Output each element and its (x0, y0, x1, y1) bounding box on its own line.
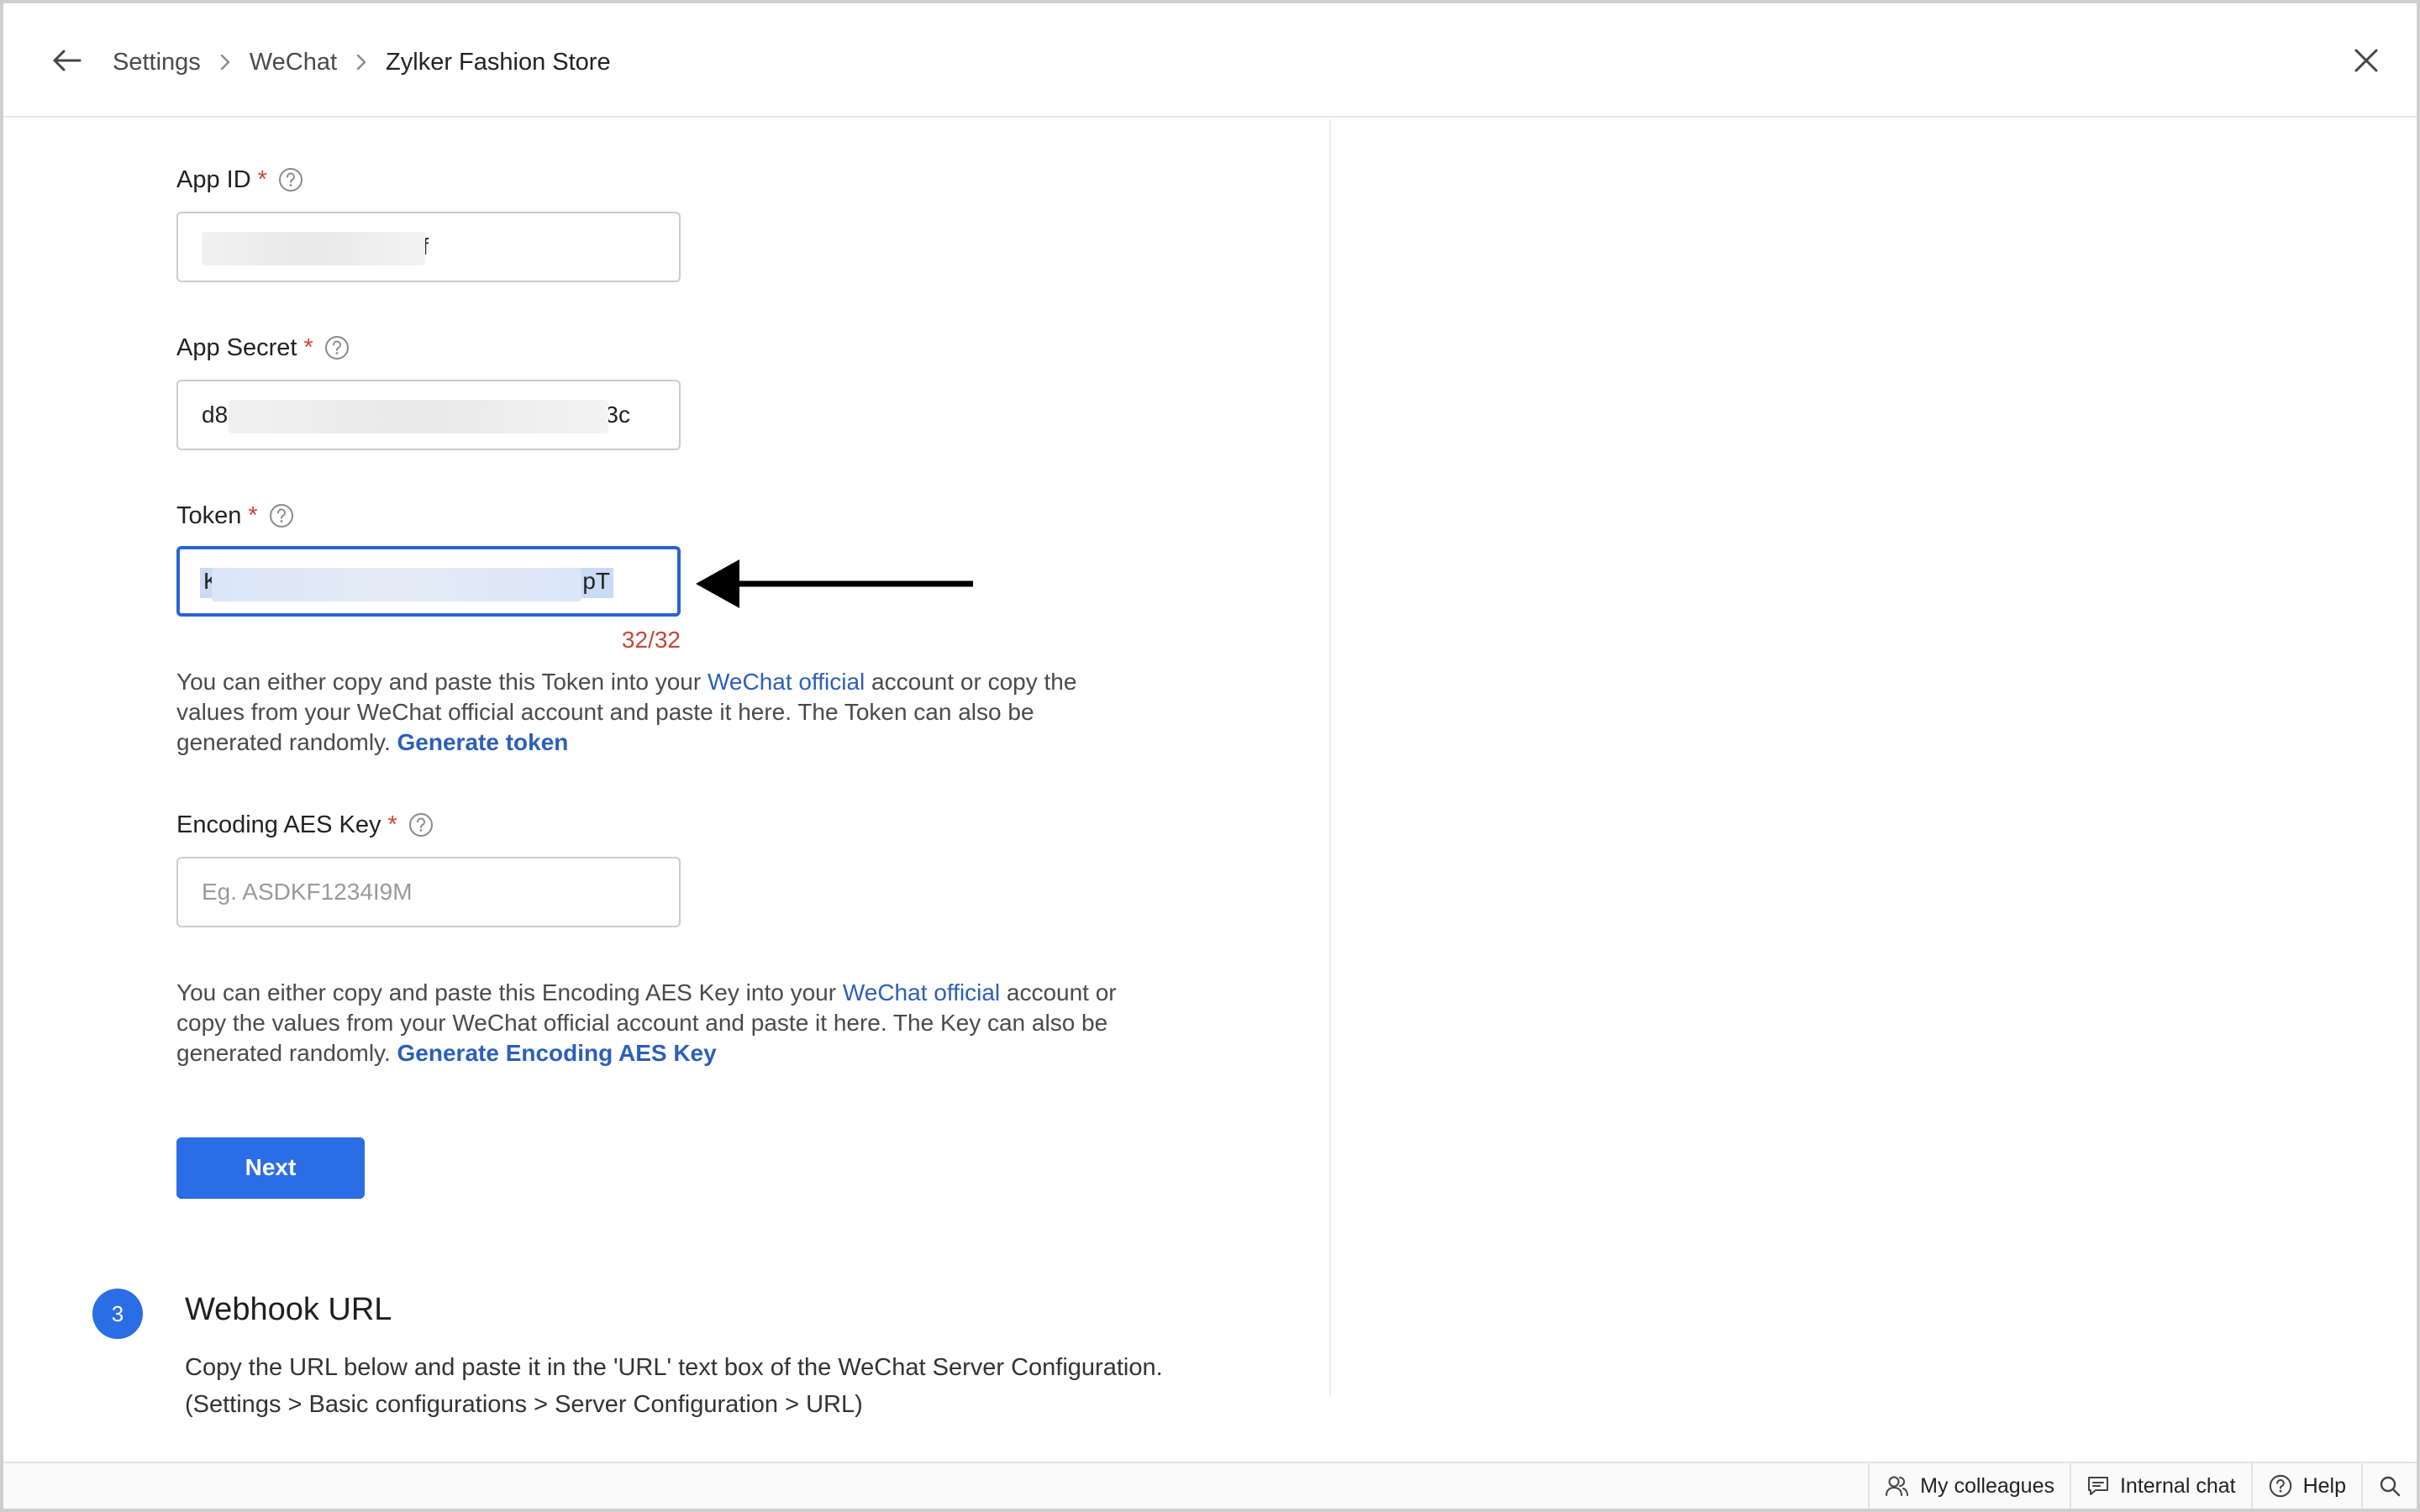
next-button[interactable]: Next (176, 1137, 365, 1198)
token-help-prefix: You can either copy and paste this Token… (176, 669, 708, 695)
help-button[interactable]: Help (2250, 1463, 2361, 1509)
step-title: Webhook URL (185, 1291, 392, 1327)
app-secret-label: App Secret * (176, 331, 350, 365)
required-mark: * (303, 333, 313, 361)
help-circle-icon[interactable] (408, 811, 434, 838)
back-button[interactable] (47, 40, 87, 81)
app-id-label: App ID * (176, 163, 304, 197)
footer-bar: My colleagues Internal chat Help (3, 1462, 2417, 1509)
aes-help-prefix: You can either copy and paste this Encod… (176, 979, 843, 1005)
step-description-line1: Copy the URL below and paste it in the '… (185, 1354, 1163, 1381)
breadcrumb-wechat[interactable]: WeChat (250, 49, 337, 76)
breadcrumb: Settings WeChat Zylker Fashion Store (113, 45, 611, 79)
app-secret-label-text: App Secret (176, 333, 297, 361)
footer-actions: My colleagues Internal chat Help (1868, 1463, 2417, 1509)
app-secret-input[interactable]: d8 3c (176, 380, 681, 450)
help-circle-icon[interactable] (277, 166, 304, 193)
arrow-left-icon (53, 50, 82, 71)
annotation-arrow-icon (696, 559, 973, 608)
chevron-right-icon (355, 53, 367, 71)
users-icon (1886, 1476, 1909, 1496)
search-icon (2380, 1476, 2401, 1497)
close-button[interactable] (2346, 40, 2386, 81)
app-secret-value-start: d8 (202, 402, 229, 428)
token-value-start: K (203, 568, 219, 594)
my-colleagues-button[interactable]: My colleagues (1868, 1463, 2070, 1509)
token-help-text: You can either copy and paste this Token… (176, 667, 1143, 758)
header: Settings WeChat Zylker Fashion Store (3, 3, 2417, 118)
app-id-input[interactable]: v 9f (176, 212, 681, 282)
generate-token-link[interactable]: Generate token (397, 729, 569, 755)
app-id-label-text: App ID (176, 165, 251, 193)
aes-key-input[interactable] (176, 857, 681, 927)
step-description: Copy the URL below and paste it in the '… (185, 1349, 1277, 1423)
token-char-counter: 32/32 (621, 627, 681, 653)
help-label: Help (2302, 1473, 2346, 1498)
close-icon (2354, 49, 2378, 72)
wechat-official-link[interactable]: WeChat official (708, 669, 865, 695)
token-label-text: Token (176, 501, 242, 529)
wechat-official-link[interactable]: WeChat official (843, 979, 1000, 1005)
token-value-end: pT (582, 568, 610, 594)
help-icon (2269, 1474, 2291, 1498)
token-label: Token * (176, 499, 295, 533)
chevron-right-icon (219, 53, 231, 71)
my-colleagues-label: My colleagues (1920, 1473, 2054, 1498)
aes-key-help-text: You can either copy and paste this Encod… (176, 978, 1143, 1068)
help-circle-icon[interactable] (324, 334, 350, 361)
internal-chat-label: Internal chat (2119, 1473, 2236, 1498)
chat-icon (2087, 1477, 2108, 1495)
aes-key-label-text: Encoding AES Key (176, 811, 381, 838)
step-description-line2: (Settings > Basic configurations > Serve… (185, 1391, 863, 1418)
step-number-badge: 3 (92, 1289, 143, 1339)
app-id-value-end: 9f (408, 234, 429, 260)
panel-divider (1329, 119, 1331, 1396)
required-mark: * (387, 811, 397, 838)
required-mark: * (248, 501, 258, 529)
search-button[interactable] (2361, 1463, 2417, 1509)
internal-chat-button[interactable]: Internal chat (2069, 1463, 2251, 1509)
token-input[interactable]: K pT (176, 546, 681, 617)
breadcrumb-settings[interactable]: Settings (113, 49, 201, 76)
app-secret-value-end: 3c (605, 402, 630, 428)
app-id-value-start: v (202, 234, 213, 260)
help-circle-icon[interactable] (268, 502, 295, 529)
required-mark: * (257, 165, 267, 193)
aes-key-label: Encoding AES Key * (176, 808, 434, 842)
breadcrumb-current: Zylker Fashion Store (386, 48, 611, 76)
generate-aes-key-link[interactable]: Generate Encoding AES Key (397, 1040, 717, 1066)
